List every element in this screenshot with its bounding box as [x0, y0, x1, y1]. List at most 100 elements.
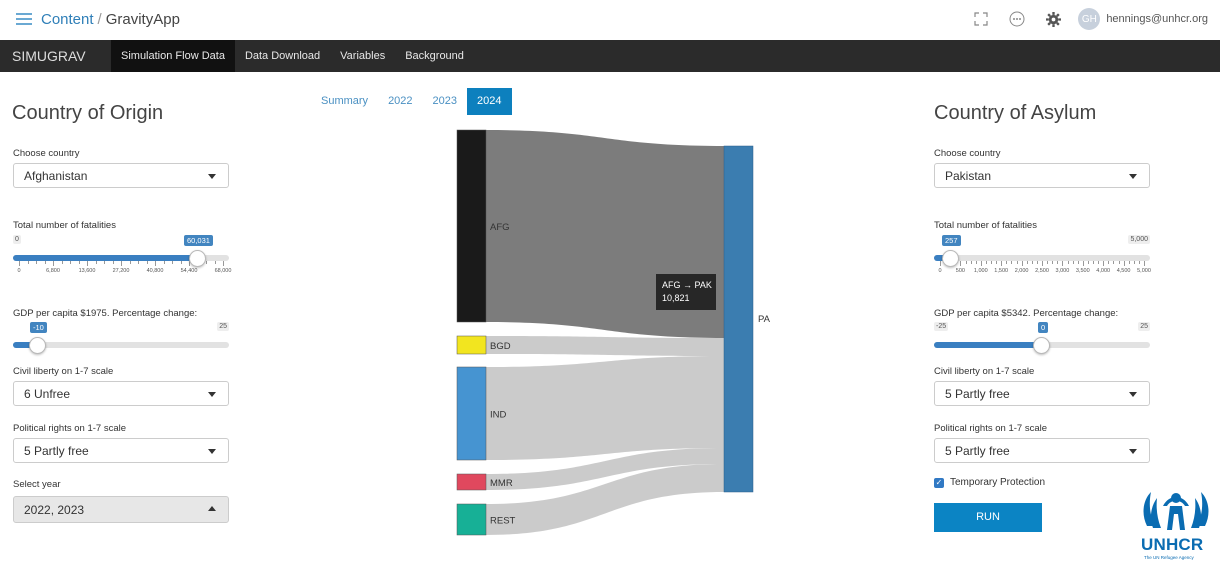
slider-tick	[87, 261, 88, 266]
sankey-node-rest[interactable]	[456, 503, 487, 536]
slider-tick-label: 40,800	[146, 268, 164, 274]
more-options-icon[interactable]	[1006, 8, 1028, 30]
brand-name[interactable]: SIMUGRAV	[0, 48, 111, 64]
menu-icon[interactable]	[16, 13, 32, 26]
sankey-node-ind[interactable]	[456, 366, 487, 461]
slider-tick	[1042, 261, 1043, 266]
slider-tick	[1108, 261, 1110, 264]
tab-2022[interactable]: 2022	[378, 88, 422, 115]
slider-handle[interactable]	[29, 337, 46, 354]
chevron-down-icon	[1129, 449, 1137, 454]
temporary-protection-checkbox[interactable]: ✓ Temporary Protection	[934, 477, 1045, 488]
main-navbar: SIMUGRAV Simulation Flow Data Data Downl…	[0, 40, 1220, 72]
slider-tick	[980, 261, 982, 266]
sankey-link-bgd[interactable]	[486, 336, 724, 356]
slider-tick	[1011, 261, 1013, 264]
slider-tick	[1138, 261, 1140, 264]
asylum-gdp-slider[interactable]: -25 0 25	[934, 322, 1150, 362]
origin-year-select[interactable]: 2022, 2023	[13, 496, 229, 523]
sankey-node-pak[interactable]	[723, 145, 754, 493]
slider-handle[interactable]	[189, 250, 206, 267]
slider-tick	[1021, 261, 1023, 266]
slider-tick	[112, 261, 114, 264]
slider-tick	[223, 261, 224, 266]
sankey-link-ind[interactable]	[486, 356, 724, 460]
slider-tick	[1087, 261, 1089, 264]
tab-2024[interactable]: 2024	[467, 88, 512, 115]
slider-handle[interactable]	[942, 250, 959, 267]
sankey-node-mmr[interactable]	[456, 473, 487, 491]
slider-tick-label: 0	[17, 268, 21, 274]
origin-country-select[interactable]: Afghanistan	[13, 163, 229, 188]
slider-tick	[1118, 261, 1120, 264]
slider-tick-label: 6,800	[46, 268, 60, 274]
slider-tick	[970, 261, 972, 264]
user-avatar[interactable]: GH	[1078, 8, 1101, 30]
nav-background[interactable]: Background	[395, 40, 474, 72]
slider-tick	[146, 261, 148, 264]
checkmark-icon[interactable]: ✓	[934, 477, 944, 488]
origin-civil-select[interactable]: 6 Unfree	[13, 381, 229, 406]
origin-gdp-slider[interactable]: -10 25	[13, 322, 229, 362]
slider-tick	[180, 261, 182, 264]
tab-2023[interactable]: 2023	[423, 88, 467, 115]
slider-tick-label: 2,000	[1014, 268, 1029, 274]
fullscreen-icon[interactable]	[970, 8, 992, 30]
asylum-political-select[interactable]: 5 Partly free	[934, 438, 1150, 463]
slider-tick	[1001, 261, 1003, 266]
tooltip-flow: AFG → PAK	[662, 280, 712, 290]
slider-tick-label: 68,000	[214, 268, 232, 274]
asylum-civil-select[interactable]: 5 Partly free	[934, 381, 1150, 406]
chevron-down-icon	[208, 392, 216, 397]
settings-gear-icon[interactable]	[1042, 8, 1064, 30]
origin-fatalities-label: Total number of fatalities	[13, 220, 116, 231]
tab-summary[interactable]: Summary	[311, 88, 378, 115]
unhcr-emblem-icon	[1143, 492, 1209, 530]
asylum-political-label: Political rights on 1-7 scale	[934, 423, 1047, 434]
nav-simulation-flow-data[interactable]: Simulation Flow Data	[111, 40, 235, 72]
sankey-node-bgd[interactable]	[456, 335, 487, 355]
origin-fatalities-slider[interactable]: 0 60,031 0 6,800 13,600 27,200 40,800 54,400 6…	[13, 235, 232, 275]
slider-tick	[1082, 261, 1084, 266]
slider-tick	[70, 261, 71, 264]
asylum-fatalities-label: Total number of fatalities	[934, 220, 1037, 231]
chevron-down-icon	[1129, 174, 1137, 179]
slider-tick-label: 4,500	[1116, 268, 1131, 274]
origin-political-select[interactable]: 5 Partly free	[13, 438, 229, 463]
slider-handle[interactable]	[1033, 337, 1050, 354]
asylum-gdp-label: GDP per capita $5342. Percentage change:	[934, 308, 1119, 319]
slider-tick-label: 54,400	[180, 268, 198, 274]
slider-tick	[163, 261, 165, 264]
slider-tick	[1031, 261, 1033, 264]
origin-gdp-label: GDP per capita $1975. Percentage change:	[13, 308, 198, 319]
user-email[interactable]: hennings@unhcr.org	[1106, 13, 1208, 25]
slider-tick	[1123, 261, 1125, 266]
slider-tick	[975, 261, 977, 264]
slider-tick-label: 500	[955, 268, 965, 274]
nav-variables[interactable]: Variables	[330, 40, 395, 72]
slider-tick	[1062, 261, 1064, 266]
slider-tick	[960, 261, 962, 266]
slider-tick	[1144, 261, 1145, 266]
slider-tick	[1072, 261, 1074, 264]
slider-tick	[78, 261, 80, 264]
run-button[interactable]: RUN	[934, 503, 1042, 532]
slider-tick	[1047, 261, 1049, 264]
breadcrumb-content-link[interactable]: Content	[41, 11, 94, 28]
nav-data-download[interactable]: Data Download	[235, 40, 330, 72]
asylum-country-select[interactable]: Pakistan	[934, 163, 1150, 188]
origin-country-label: Choose country	[13, 148, 80, 159]
slider-tick	[19, 261, 20, 266]
slider-tick	[53, 261, 54, 266]
slider-tick-label: 3,000	[1055, 268, 1070, 274]
slider-max-label: 25	[1138, 322, 1150, 331]
slider-value-label: 60,031	[184, 235, 213, 246]
slider-value-label: -10	[30, 322, 47, 333]
slider-tick	[1113, 261, 1115, 264]
sankey-node-afg[interactable]	[456, 129, 487, 323]
asylum-fatalities-slider[interactable]: 257 5,000 0 500 1,000 1,500 2,000 2,500 3,000 3…	[934, 235, 1151, 275]
slider-tick	[1067, 261, 1069, 264]
origin-civil-value: 6 Unfree	[24, 387, 71, 401]
slider-tick	[104, 261, 105, 264]
slider-tick	[1077, 261, 1079, 264]
